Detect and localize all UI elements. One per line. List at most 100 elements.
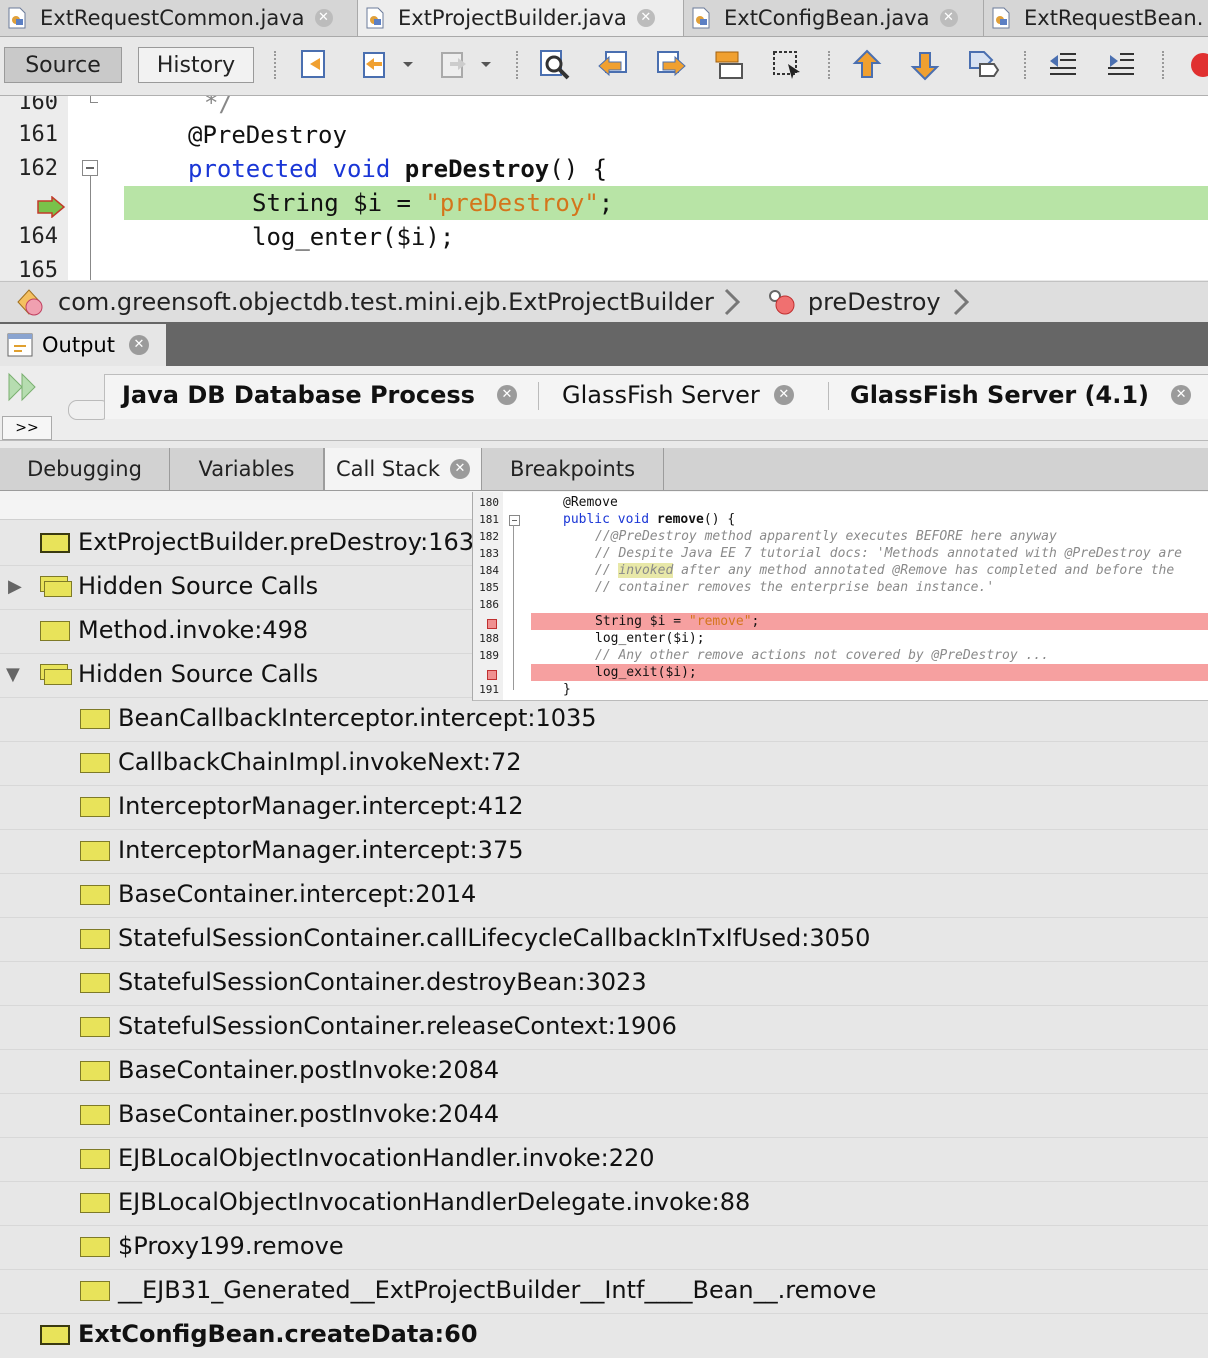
shift-left-icon[interactable] xyxy=(1046,48,1080,82)
output-tab[interactable]: Output ✕ xyxy=(0,324,166,366)
stack-frame-icon xyxy=(44,581,72,597)
stack-frame-row[interactable]: InterceptorManager.intercept:412 xyxy=(0,786,1208,830)
keyword: public void xyxy=(563,512,657,527)
editor-tab-bar: ExtRequestCommon.java ✕ ExtProjectBuilde… xyxy=(0,0,1208,37)
stack-frame-row[interactable]: StatefulSessionContainer.callLifecycleCa… xyxy=(0,918,1208,962)
rerun-icon[interactable] xyxy=(6,372,40,402)
stack-frame-label: StatefulSessionContainer.callLifecycleCa… xyxy=(118,924,871,952)
stack-frame-label: StatefulSessionContainer.releaseContext:… xyxy=(118,1012,677,1040)
fold-collapse-icon[interactable] xyxy=(82,160,98,176)
previous-bookmark-icon[interactable] xyxy=(850,48,884,82)
output-tab-glassfish-41[interactable]: GlassFish Server (4.1) ✕ xyxy=(850,376,1192,414)
chevron-right-icon xyxy=(953,288,969,316)
program-counter-arrow-icon xyxy=(37,196,66,218)
preview-comment: //@PreDestroy method apparently executes… xyxy=(595,529,1057,544)
find-next-icon[interactable] xyxy=(654,48,688,82)
breakpoint-icon xyxy=(487,670,497,680)
stack-frame-row[interactable]: __EJB31_Generated__ExtProjectBuilder__In… xyxy=(0,1270,1208,1314)
stack-frame-row[interactable]: BaseContainer.postInvoke:2044 xyxy=(0,1094,1208,1138)
editor-tab-label: ExtConfigBean.java xyxy=(724,6,930,30)
shift-right-icon[interactable] xyxy=(1104,48,1138,82)
expand-triangle-icon[interactable]: ▶ xyxy=(8,576,22,597)
start-macro-recording-icon[interactable] xyxy=(1186,48,1208,82)
stack-frame-row[interactable]: CallbackChainImpl.invokeNext:72 xyxy=(0,742,1208,786)
line-number: 185 xyxy=(479,581,499,594)
stack-frame-label: StatefulSessionContainer.destroyBean:302… xyxy=(118,968,647,996)
stack-frame-icon xyxy=(40,1325,70,1345)
stack-frame-icon xyxy=(80,709,110,729)
toggle-highlight-icon[interactable] xyxy=(712,48,746,82)
toolbar-separator xyxy=(828,51,830,79)
source-preview-tooltip: 180 181 182 183 184 185 186 188 189 191 … xyxy=(472,492,1208,701)
stack-frame-row[interactable]: BaseContainer.intercept:2014 xyxy=(0,874,1208,918)
more-tabs-button[interactable]: >> xyxy=(2,416,52,440)
close-icon[interactable]: ✕ xyxy=(773,385,794,405)
stack-frame-row[interactable]: EJBLocalObjectInvocationHandlerDelegate.… xyxy=(0,1182,1208,1226)
stack-frame-row[interactable]: BaseContainer.postInvoke:2084 xyxy=(0,1050,1208,1094)
keyword: void xyxy=(332,155,391,183)
line-number: 184 xyxy=(479,564,499,577)
stack-frame-row[interactable]: InterceptorManager.intercept:375 xyxy=(0,830,1208,874)
stack-frame-row[interactable]: ExtConfigBean.createData:60 xyxy=(0,1314,1208,1358)
stack-frame-row[interactable]: $Proxy199.remove xyxy=(0,1226,1208,1270)
rectangular-selection-icon[interactable] xyxy=(770,48,804,82)
close-icon[interactable]: ✕ xyxy=(939,9,958,27)
line-number: 186 xyxy=(479,598,499,611)
editor-tab-extrequestcommon[interactable]: ExtRequestCommon.java ✕ xyxy=(0,0,358,36)
string-literal: "remove" xyxy=(688,614,752,629)
stack-frame-label: EJBLocalObjectInvocationHandlerDelegate.… xyxy=(118,1188,751,1216)
tab-breakpoints[interactable]: Breakpoints xyxy=(482,448,664,490)
toolbar-separator xyxy=(1024,51,1026,79)
line-number: 191 xyxy=(479,683,499,696)
find-previous-icon[interactable] xyxy=(596,48,630,82)
tab-call-stack[interactable]: Call Stack ✕ xyxy=(324,448,482,490)
tab-variables[interactable]: Variables xyxy=(170,448,324,490)
keyword: protected xyxy=(188,155,319,183)
close-icon[interactable]: ✕ xyxy=(314,9,333,27)
editor-tab-extrequestbean[interactable]: ExtRequestBean. xyxy=(984,0,1208,36)
code-editor[interactable]: 160 161 162 164 165 */ @PreDestroy prote… xyxy=(0,96,1208,280)
stack-frame-icon xyxy=(80,929,110,949)
back-icon[interactable] xyxy=(360,48,394,82)
output-window-tabbar: Output ✕ xyxy=(0,322,1208,366)
close-icon[interactable]: ✕ xyxy=(1171,385,1192,405)
forward-icon[interactable] xyxy=(438,48,472,82)
stack-frame-icon xyxy=(80,1105,110,1125)
output-process-tabs: >> Java DB Database Process ✕ GlassFish … xyxy=(0,366,1208,441)
output-tab-glassfish[interactable]: GlassFish Server ✕ xyxy=(562,376,794,414)
stack-frame-row[interactable]: StatefulSessionContainer.releaseContext:… xyxy=(0,1006,1208,1050)
collapse-triangle-icon[interactable]: ▼ xyxy=(6,664,20,685)
line-number: 188 xyxy=(479,632,499,645)
close-icon[interactable]: ✕ xyxy=(496,385,517,405)
toggle-bookmark-icon[interactable] xyxy=(966,48,1000,82)
line-number: 160 xyxy=(18,96,58,115)
source-button[interactable]: Source xyxy=(4,47,122,83)
stack-frame-row[interactable]: BeanCallbackInterceptor.intercept:1035 xyxy=(0,698,1208,742)
close-icon[interactable]: ✕ xyxy=(450,459,470,479)
stack-frame-icon xyxy=(80,1281,110,1301)
last-edit-icon[interactable] xyxy=(298,48,332,82)
preview-breakpoint-line: log_exit($i); xyxy=(531,664,1208,681)
editor-tab-extprojectbuilder[interactable]: ExtProjectBuilder.java ✕ xyxy=(358,0,684,36)
stack-frame-label: __EJB31_Generated__ExtProjectBuilder__In… xyxy=(118,1276,877,1304)
stack-frame-icon xyxy=(80,1193,110,1213)
chevron-down-icon[interactable] xyxy=(400,48,416,82)
tab-debugging[interactable]: Debugging xyxy=(0,448,170,490)
chevron-down-icon[interactable] xyxy=(478,48,494,82)
stack-frame-icon xyxy=(80,1061,110,1081)
breadcrumb-method[interactable]: preDestroy xyxy=(808,288,941,316)
code-line: @PreDestroy xyxy=(188,121,347,149)
editor-tab-extconfigbean[interactable]: ExtConfigBean.java ✕ xyxy=(684,0,984,36)
close-icon[interactable]: ✕ xyxy=(128,335,149,355)
breadcrumb-class[interactable]: com.greensoft.objectdb.test.mini.ejb.Ext… xyxy=(58,288,714,316)
next-bookmark-icon[interactable] xyxy=(908,48,942,82)
stack-frame-row[interactable]: StatefulSessionContainer.destroyBean:302… xyxy=(0,962,1208,1006)
output-tab-javadb[interactable]: Java DB Database Process ✕ xyxy=(122,376,517,414)
stack-frame-row[interactable]: EJBLocalObjectInvocationHandler.invoke:2… xyxy=(0,1138,1208,1182)
stack-frame-label: CallbackChainImpl.invokeNext:72 xyxy=(118,748,522,776)
history-button[interactable]: History xyxy=(138,47,254,83)
output-title: Output xyxy=(42,333,115,357)
close-icon[interactable]: ✕ xyxy=(636,9,655,27)
find-icon[interactable] xyxy=(538,48,572,82)
code-text: ; xyxy=(598,189,614,217)
